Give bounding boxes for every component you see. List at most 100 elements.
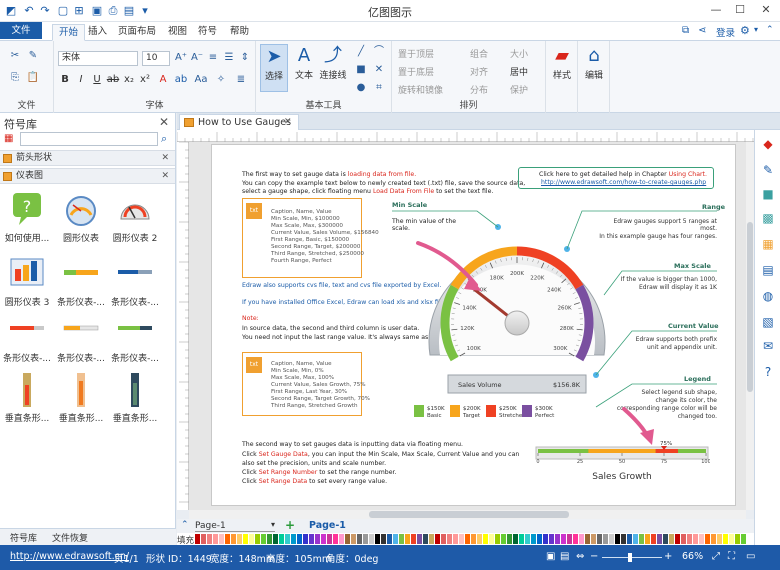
tab-file-recovery[interactable]: 文件恢复 xyxy=(52,531,88,544)
color-swatch[interactable] xyxy=(669,534,674,544)
current-value-handle[interactable] xyxy=(593,372,599,378)
shape-vertical-bar-3[interactable]: 垂直条形... xyxy=(108,369,162,425)
color-swatch[interactable] xyxy=(303,534,308,544)
superscript-icon[interactable]: x² xyxy=(138,73,152,87)
protect-button[interactable]: 保护 xyxy=(510,83,528,96)
color-swatch[interactable] xyxy=(273,534,278,544)
shape-vertical-bar-2[interactable]: 垂直条形... xyxy=(54,369,108,425)
help-url-link[interactable]: http://www.edrawsoft.com/how-to-create-g… xyxy=(541,179,706,186)
highlight-icon[interactable]: ab xyxy=(174,73,188,87)
color-swatch[interactable] xyxy=(717,534,722,544)
color-swatch[interactable] xyxy=(477,534,482,544)
color-swatch[interactable] xyxy=(309,534,314,544)
line-panel-icon[interactable]: ✎ xyxy=(760,162,776,178)
gauge-legend[interactable]: $150KBasic $200KTarget $250KStretched $300K… xyxy=(414,405,555,419)
shape-how-to-use[interactable]: ? 如何使用... xyxy=(0,189,54,245)
zoom-slider-thumb[interactable] xyxy=(628,553,632,562)
color-swatch[interactable] xyxy=(591,534,596,544)
bring-to-front-button[interactable]: 置于顶层 xyxy=(398,47,434,60)
center-button[interactable]: 居中 xyxy=(510,65,528,78)
color-swatch[interactable] xyxy=(369,534,374,544)
color-swatch[interactable] xyxy=(681,534,686,544)
color-swatch[interactable] xyxy=(261,534,266,544)
color-swatch[interactable] xyxy=(453,534,458,544)
share-icon[interactable]: ⋖ xyxy=(698,25,706,36)
color-swatch[interactable] xyxy=(705,534,710,544)
fit-page-icon[interactable]: ⤢ xyxy=(712,551,720,562)
zoom-in-icon[interactable]: + xyxy=(664,551,672,562)
color-swatch[interactable] xyxy=(645,534,650,544)
color-swatch[interactable] xyxy=(465,534,470,544)
website-link[interactable]: http://www.edrawsoft.cn/ xyxy=(10,551,129,562)
color-swatch[interactable] xyxy=(483,534,488,544)
color-swatch[interactable] xyxy=(651,534,656,544)
zoom-slider[interactable] xyxy=(602,557,662,558)
copy-icon[interactable]: ⎘ xyxy=(8,71,22,85)
color-swatch[interactable] xyxy=(267,534,272,544)
ellipse-tool-icon[interactable]: ● xyxy=(354,81,368,95)
image-panel-icon[interactable]: ▩ xyxy=(760,210,776,226)
color-swatch[interactable] xyxy=(699,534,704,544)
rotate-mirror-button[interactable]: 旋转和镜像 xyxy=(398,83,443,96)
library-close-icon[interactable]: ✕ xyxy=(159,115,169,129)
underline-icon[interactable]: U xyxy=(90,73,104,87)
italic-icon[interactable]: I xyxy=(74,73,88,87)
color-swatch[interactable] xyxy=(255,534,260,544)
vertical-scroll-thumb[interactable] xyxy=(747,222,753,392)
send-to-back-button[interactable]: 置于底层 xyxy=(398,65,434,78)
category-arrow-shapes[interactable]: 箭头形状 ✕ xyxy=(0,150,175,166)
color-swatch[interactable] xyxy=(345,534,350,544)
color-swatch[interactable] xyxy=(693,534,698,544)
color-swatch[interactable] xyxy=(429,534,434,544)
fullscreen-icon[interactable]: ⛶ xyxy=(728,551,735,562)
bold-icon[interactable]: B xyxy=(58,73,72,87)
shape-circle-gauge-2[interactable]: 圆形仪表 2 xyxy=(108,189,162,245)
color-swatch[interactable] xyxy=(579,534,584,544)
tab-symbols[interactable]: 符号 xyxy=(192,24,223,41)
color-swatch[interactable] xyxy=(393,534,398,544)
page-view-icon[interactable]: ▤ xyxy=(560,551,569,562)
color-swatch[interactable] xyxy=(411,534,416,544)
document-tab[interactable]: How to Use Gauges ✕ xyxy=(179,114,299,130)
distribute-button[interactable]: 分布 xyxy=(470,83,488,96)
close-window-button[interactable]: ✕ xyxy=(756,2,776,18)
shape-bar-gauge-4[interactable]: 条形仪表-... xyxy=(54,309,108,365)
legend-swatch[interactable] xyxy=(486,405,496,417)
color-swatch[interactable] xyxy=(627,534,632,544)
color-swatch[interactable] xyxy=(243,534,248,544)
range-handle[interactable] xyxy=(564,246,570,252)
color-swatch[interactable] xyxy=(423,534,428,544)
font-color-icon[interactable]: A xyxy=(156,73,170,87)
navigation-panel-icon[interactable]: ◍ xyxy=(760,288,776,304)
page-tab-1[interactable]: Page-1 xyxy=(309,520,346,531)
color-swatch[interactable] xyxy=(675,534,680,544)
comment-panel-icon[interactable]: ✉ xyxy=(760,338,776,354)
sales-growth-bar-gauge[interactable]: 0 25 50 75 100 75% Sales Growth xyxy=(534,437,710,483)
rectangle-tool-icon[interactable]: ■ xyxy=(354,63,368,77)
arc-tool-icon[interactable]: ⌒ xyxy=(372,45,386,59)
shadow-panel-icon[interactable]: ■ xyxy=(760,186,776,202)
minimize-button[interactable]: — xyxy=(706,2,726,18)
category-close-icon[interactable]: ✕ xyxy=(161,169,169,184)
color-swatch[interactable] xyxy=(597,534,602,544)
maximize-button[interactable]: ☐ xyxy=(730,2,750,18)
color-swatch[interactable] xyxy=(327,534,332,544)
publish-icon[interactable]: ⧉ xyxy=(682,25,689,36)
paste-icon[interactable]: 📋 xyxy=(26,71,40,85)
color-swatch[interactable] xyxy=(471,534,476,544)
search-icon[interactable]: ⌕ xyxy=(161,132,167,146)
style-button[interactable]: ▰ 样式 xyxy=(548,44,576,92)
color-swatch[interactable] xyxy=(225,534,230,544)
color-swatch[interactable] xyxy=(537,534,542,544)
color-swatch[interactable] xyxy=(573,534,578,544)
color-swatch[interactable] xyxy=(363,534,368,544)
color-swatch[interactable] xyxy=(561,534,566,544)
color-swatch[interactable] xyxy=(405,534,410,544)
color-swatch[interactable] xyxy=(435,534,440,544)
zoom-out-icon[interactable]: − xyxy=(590,551,598,562)
color-swatch[interactable] xyxy=(231,534,236,544)
tab-view[interactable]: 视图 xyxy=(162,24,193,41)
tab-home[interactable]: 开始 xyxy=(52,24,86,41)
color-swatch[interactable] xyxy=(195,534,200,544)
fill-panel-icon[interactable]: ◆ xyxy=(760,136,776,152)
